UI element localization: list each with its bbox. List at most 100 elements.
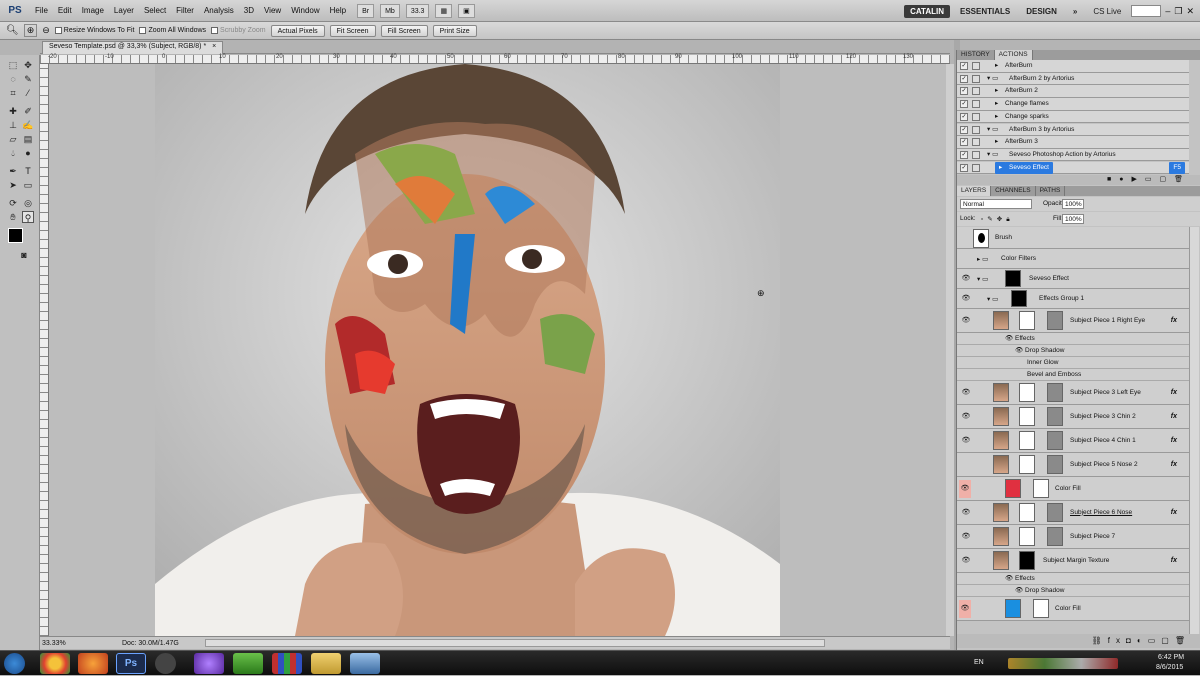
delete-action-icon[interactable]: 🗑︎ [1174, 176, 1191, 183]
tab-history[interactable]: HISTORY [957, 50, 995, 60]
menu-filter[interactable]: Filter [171, 6, 199, 15]
status-doc-size[interactable]: Doc: 30.0M/1.47G [122, 640, 179, 647]
layer-row[interactable]: 👁︎ Subject Margin Texture fx [957, 549, 1189, 573]
vector-mask-thumbnail[interactable] [1047, 311, 1063, 330]
layer-effect-row[interactable]: 👁︎ Effects [957, 333, 1189, 345]
workspace-catalin[interactable]: CATALIN [904, 4, 950, 18]
print-size-button[interactable]: Print Size [432, 24, 477, 37]
action-row[interactable]: ✓ ▸ AfterBurn 2 [957, 85, 1189, 98]
3d-orbit-tool-icon[interactable]: ◎ [22, 197, 34, 209]
layer-row[interactable]: 👁︎ Subject Piece 7 [957, 525, 1189, 549]
layer-thumbnail[interactable] [973, 229, 989, 248]
fill-field[interactable]: 100% [1062, 214, 1084, 224]
menu-layer[interactable]: Layer [109, 6, 139, 15]
app-taskbar-icon-3[interactable] [233, 653, 263, 674]
layer-fx-icon[interactable]: fx [1171, 389, 1177, 396]
search-input[interactable] [1131, 5, 1162, 17]
layer-thumbnail[interactable] [993, 407, 1009, 426]
group-folder-icon[interactable]: ▸ ▭ [977, 255, 988, 263]
effect-eye-icon[interactable]: 👁︎ [1015, 345, 1023, 357]
start-button[interactable] [4, 653, 25, 674]
expand-triangle-icon[interactable]: ▸ [995, 60, 998, 72]
action-row[interactable]: ✓ ▸ Change sparks [957, 110, 1189, 124]
expand-triangle-icon[interactable]: ▸ [995, 111, 998, 123]
action-check-icon[interactable]: ✓ [960, 74, 968, 83]
visibility-eye-icon[interactable]: 👁︎ [961, 532, 971, 542]
group-mask-thumbnail[interactable] [1011, 290, 1027, 307]
layers-scrollbar[interactable] [1189, 227, 1199, 634]
tab-channels[interactable]: CHANNELS [991, 186, 1036, 196]
layer-thumbnail[interactable] [993, 527, 1009, 546]
hand-tool-icon[interactable]: ✋︎ [7, 211, 19, 223]
layer-mask-thumbnail[interactable] [1019, 527, 1035, 546]
tab-layers[interactable]: LAYERS [957, 186, 992, 196]
expand-triangle-icon[interactable]: ▸ [995, 98, 998, 110]
menu-window[interactable]: Window [286, 6, 324, 15]
path-select-tool-icon[interactable]: ➤ [7, 179, 19, 191]
visibility-eye-icon[interactable]: 👁︎ [961, 274, 971, 284]
action-row[interactable]: ✓ ▸ Change flames [957, 98, 1189, 111]
layer-mask-thumbnail[interactable] [1019, 551, 1035, 570]
action-dialog-toggle[interactable] [972, 112, 980, 121]
layer-fx-icon[interactable]: fx [1171, 413, 1177, 420]
visibility-eye-icon[interactable]: 👁︎ [961, 388, 971, 398]
layer-mask-thumbnail[interactable] [1033, 599, 1049, 618]
layer-mask-thumbnail[interactable] [1019, 311, 1035, 330]
move-tool-icon[interactable]: ✥ [22, 59, 34, 71]
layer-thumbnail[interactable] [993, 503, 1009, 522]
zoom-level-select[interactable]: 33.3 [405, 3, 430, 18]
shape-tool-icon[interactable]: ▭ [22, 179, 34, 191]
action-dialog-toggle[interactable] [972, 163, 980, 172]
effect-eye-icon[interactable]: 👁︎ [1005, 333, 1013, 345]
menu-help[interactable]: Help [325, 6, 351, 15]
cs-live-button[interactable]: CS Live [1087, 5, 1127, 18]
record-icon[interactable]: ● [1119, 176, 1131, 183]
minimize-icon[interactable]: – [1165, 6, 1170, 16]
visibility-eye-icon[interactable]: 👁︎ [961, 316, 971, 326]
firefox-taskbar-icon[interactable] [78, 653, 108, 674]
tab-close-icon[interactable]: × [212, 43, 216, 50]
close-icon[interactable]: ✕ [1186, 6, 1200, 17]
visibility-eye-icon[interactable]: 👁︎ [961, 412, 971, 422]
layer-mask-thumbnail[interactable] [1019, 383, 1035, 402]
visibility-eye-icon[interactable]: 👁︎ [961, 508, 971, 518]
crop-tool-icon[interactable]: ⌗ [7, 87, 19, 99]
more-workspaces-button[interactable]: » [1067, 5, 1083, 18]
layer-row[interactable]: 👁︎ Subject Piece 3 Left Eye fx [957, 381, 1189, 405]
menu-file[interactable]: File [30, 6, 53, 15]
horizontal-scrollbar[interactable] [204, 639, 825, 647]
mini-bridge-button[interactable]: Mb [380, 3, 400, 18]
app-taskbar-icon-2[interactable] [194, 653, 224, 674]
color-fill-swatch[interactable] [1005, 599, 1021, 618]
effect-eye-icon[interactable]: 👁︎ [1005, 573, 1013, 585]
blend-mode-select[interactable]: Normal [960, 199, 1032, 209]
history-brush-icon[interactable]: ✍ [22, 119, 34, 131]
action-row[interactable]: ✓ ▾ ▭ Seveso Photoshop Action by Artorius [957, 148, 1189, 162]
layer-thumbnail[interactable] [993, 383, 1009, 402]
action-row[interactable]: ✓ ▸ Seveso Effect F5 [957, 161, 1189, 175]
color-fill-swatch[interactable] [1005, 479, 1021, 498]
layer-effect-row[interactable]: Inner Glow [957, 357, 1189, 369]
tab-paths[interactable]: PATHS [1036, 186, 1066, 196]
arrange-documents-button[interactable]: ▦ [435, 3, 453, 18]
fill-screen-button[interactable]: Fill Screen [380, 24, 428, 37]
new-group-icon[interactable]: ▭ [1148, 636, 1162, 645]
group-folder-icon[interactable]: ▾ ▭ [977, 275, 988, 283]
visibility-eye-icon[interactable] [961, 460, 971, 470]
effect-eye-icon[interactable]: 👁︎ [1015, 585, 1023, 597]
visibility-eye-icon[interactable]: 👁︎ [961, 556, 971, 566]
layer-fx-icon[interactable]: fx [1171, 461, 1177, 468]
scrubby-zoom-checkbox[interactable]: Scrubby Zoom [211, 27, 266, 34]
zoom-tool-icon[interactable]: 🔍︎ [6, 25, 19, 36]
visibility-eye-icon[interactable]: 👁︎ [959, 480, 971, 498]
layer-thumbnail[interactable] [993, 431, 1009, 450]
layer-thumbnail[interactable] [993, 455, 1009, 474]
marquee-tool-icon[interactable]: ⬚ [7, 59, 19, 71]
group-folder-icon[interactable]: ▾ ▭ [987, 295, 998, 303]
layer-row[interactable]: 👁︎ Subject Piece 6 Nose fx [957, 501, 1189, 525]
layer-effect-row[interactable]: 👁︎ Drop Shadow [957, 345, 1189, 357]
healing-tool-icon[interactable]: ✚ [7, 105, 19, 117]
visibility-eye-icon[interactable] [961, 254, 971, 264]
layer-group-row[interactable]: 👁︎ ▾ ▭ Seveso Effect [957, 269, 1189, 289]
action-check-icon[interactable]: ✓ [960, 138, 968, 147]
